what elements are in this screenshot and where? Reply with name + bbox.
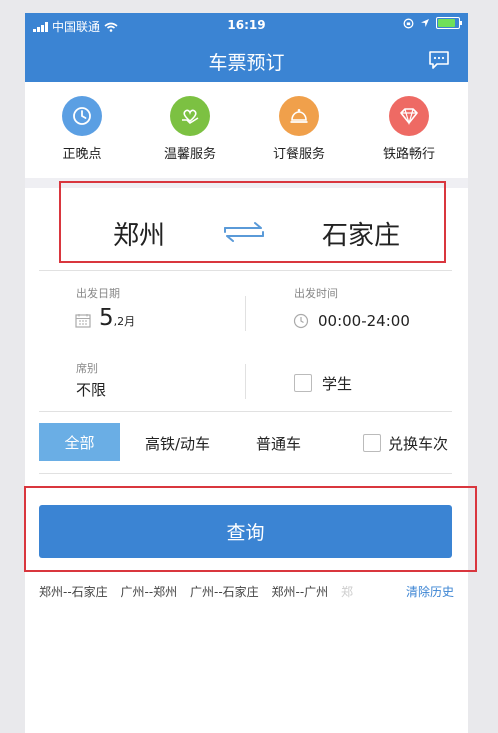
filter-all-button[interactable]: 全部 bbox=[39, 423, 120, 461]
page-title: 车票预订 bbox=[208, 52, 285, 74]
message-icon[interactable] bbox=[428, 50, 450, 70]
time-range-value[interactable]: 00:00-24:00 bbox=[318, 312, 410, 330]
date-label: 出发日期 bbox=[76, 287, 120, 300]
vertical-separator bbox=[245, 296, 246, 331]
filter-normal[interactable]: 普通车 bbox=[256, 433, 301, 454]
service-railway-pass[interactable]: 铁路畅行 bbox=[359, 96, 459, 162]
student-checkbox[interactable] bbox=[294, 374, 312, 392]
history-item[interactable]: 广州--石家庄 bbox=[190, 585, 259, 599]
seat-value[interactable]: 不限 bbox=[76, 379, 106, 400]
status-right bbox=[403, 17, 462, 29]
history-item[interactable]: 郑州--广州 bbox=[272, 585, 329, 599]
date-day: 5 bbox=[99, 305, 114, 331]
heart-hand-icon bbox=[170, 96, 210, 136]
time-label: 出发时间 bbox=[294, 287, 338, 300]
service-label: 正晚点 bbox=[62, 147, 102, 162]
exchange-checkbox[interactable] bbox=[363, 434, 381, 452]
phone-screen: 中国联通 16:19 车票预订 正晚点 温馨服务 订餐服务 铁路畅行 郑州 石家… bbox=[25, 13, 468, 733]
location-icon bbox=[421, 19, 429, 27]
rotation-lock-icon bbox=[403, 18, 414, 28]
status-bar: 中国联通 16:19 bbox=[25, 13, 468, 38]
filter-highspeed[interactable]: 高铁/动车 bbox=[145, 433, 210, 454]
history-item[interactable]: 郑州--石家庄 bbox=[39, 585, 108, 599]
service-label: 铁路畅行 bbox=[382, 147, 435, 162]
service-label: 订餐服务 bbox=[272, 147, 325, 162]
service-label: 温馨服务 bbox=[163, 147, 216, 162]
meal-bell-icon bbox=[279, 96, 319, 136]
student-label: 学生 bbox=[322, 375, 353, 393]
search-history: 郑州--石家庄 广州--郑州 广州--石家庄 郑州--广州 郑 bbox=[39, 583, 459, 600]
date-month: ,2月 bbox=[113, 315, 136, 328]
date-value[interactable]: 5,2月 bbox=[99, 305, 135, 331]
service-care[interactable]: 温馨服务 bbox=[140, 96, 240, 162]
divider bbox=[39, 473, 452, 474]
service-meal[interactable]: 订餐服务 bbox=[249, 96, 349, 162]
divider bbox=[39, 270, 452, 271]
clock-small-icon bbox=[293, 313, 309, 329]
clock-icon bbox=[62, 96, 102, 136]
exchange-label: 兑换车次 bbox=[388, 435, 449, 453]
divider bbox=[39, 411, 452, 412]
seat-label: 席别 bbox=[76, 362, 98, 375]
clear-history-link[interactable]: 清除历史 bbox=[404, 583, 455, 600]
highlight-box-query bbox=[24, 486, 477, 572]
service-shortcuts: 正晚点 温馨服务 订餐服务 铁路畅行 bbox=[25, 82, 468, 178]
highlight-box-route bbox=[59, 181, 446, 263]
vertical-separator bbox=[245, 364, 246, 399]
calendar-icon bbox=[75, 314, 91, 328]
battery-icon bbox=[436, 17, 462, 29]
history-item[interactable]: 郑 bbox=[341, 585, 353, 599]
nav-bar: 车票预订 bbox=[25, 38, 468, 82]
service-delay-status[interactable]: 正晚点 bbox=[32, 96, 132, 162]
status-time: 16:19 bbox=[227, 18, 266, 32]
diamond-icon bbox=[389, 96, 429, 136]
history-item[interactable]: 广州--郑州 bbox=[121, 585, 178, 599]
